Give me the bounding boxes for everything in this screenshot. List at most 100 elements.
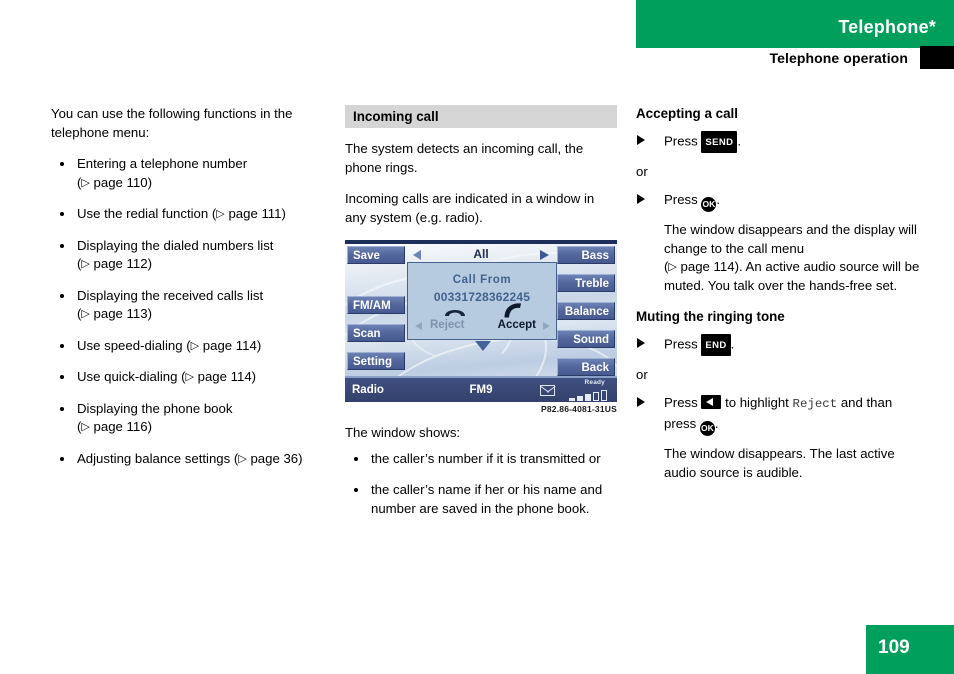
figure-caption: P82.86-4081-31US [541,404,617,414]
bullet-dot [60,406,64,411]
step-press-send: Press SEND. [636,131,926,153]
or-separator: or [636,367,648,382]
page-reference: (▷ page 110) [77,174,152,190]
left-intro-text: You can use the following functions in t… [51,106,293,140]
call-from-label: Call From [452,274,512,286]
list-item: the caller’s number if it is transmitted… [345,450,617,469]
softkey-balance[interactable]: Balance [557,302,615,320]
window-shows-list: the caller’s number if it is transmitted… [345,450,617,519]
header-black-marker [920,46,954,69]
list-item-label: Use the redial function [77,206,209,221]
detail-text-a: The window disappears and the display wi… [664,222,917,256]
popup-right-arrow-icon[interactable] [543,322,550,330]
phone-ready-label: Ready [584,379,605,386]
popup-left-arrow-icon[interactable] [415,322,422,330]
reject-button[interactable]: Reject [430,319,465,331]
list-item: Displaying the received calls list (▷ pa… [51,287,337,324]
screen-top-bar [345,240,617,244]
muting-detail: The window disappears. The last active a… [664,446,895,480]
incoming-call-popup: Call From 00331728362245 Reject Accept [407,262,557,340]
step-triangle-icon [637,194,645,204]
softkey-fm-am[interactable]: FM/AM [347,296,405,314]
bullet-dot [60,293,64,298]
list-item-label: Use speed-dialing [77,337,183,353]
softkey-treble[interactable]: Treble [557,274,615,292]
step-period: . [714,416,719,431]
page-subtitle: Telephone operation [769,50,908,66]
page-number-tab: 109 [866,625,954,674]
incoming-call-paragraph-1: The system detects an incoming call, the… [345,141,584,175]
step-triangle-icon [637,397,645,407]
page-number: 109 [878,637,910,658]
softkey-setting[interactable]: Setting [347,352,405,370]
step-period: . [737,133,742,149]
triangle-right-icon: ▷ [81,308,90,320]
nav-next-icon[interactable] [540,250,549,260]
section-heading-incoming-call: Incoming call [345,105,617,128]
softkey-scan[interactable]: Scan [347,324,405,342]
step-period: . [730,336,735,352]
accepting-call-steps: Press SEND. [636,131,926,153]
bullet-dot [60,162,64,166]
bullet-dot [354,456,358,461]
step-triangle-icon [637,135,645,145]
list-item-label: the caller’s number if it is transmitted… [371,450,601,466]
preset-navigation-row: All [411,247,551,263]
list-item: Displaying the phone book (▷ page 116) [51,400,337,437]
middle-column: Incoming call The system detects an inco… [345,105,617,531]
list-item-label: Entering a telephone number [77,156,248,171]
triangle-right-icon: ▷ [216,208,225,220]
signal-bar [585,394,591,401]
accept-button[interactable]: Accept [498,319,536,331]
muting-steps: Press END. [636,334,926,356]
telephone-functions-list: Entering a telephone number (▷ page 110)… [51,155,337,468]
reject-term: Reject [792,397,838,411]
triangle-right-icon: ▷ [190,339,200,352]
softkey-back[interactable]: Back [557,358,615,376]
list-item: Use the redial function (▷ page 111) [51,205,337,224]
section-heading-muting-ringing-tone: Muting the ringing tone [636,309,785,324]
list-item-label: Adjusting balance settings [77,450,231,466]
page-title: Telephone* [838,17,936,37]
hangup-handset-icon [445,310,465,316]
pickup-handset-icon [504,303,521,318]
step-press-ok: Press OK. [636,190,926,212]
popup-down-arrow-icon [475,341,491,351]
muting-steps-alt: Press to highlight Reject and than press… [636,393,926,436]
list-item-label: Displaying the received calls list [77,287,264,303]
triangle-right-icon: ▷ [238,452,247,465]
softkey-sound[interactable]: Sound [557,330,615,348]
signal-bar [601,390,607,401]
ok-key-badge: OK [699,421,715,436]
envelope-icon [540,385,555,396]
list-item-label: the caller’s name if her or his name and… [371,482,603,516]
bullet-dot [354,488,358,492]
list-item: the caller’s name if her or his name and… [345,481,617,518]
page-reference: (▷ page 112) [77,256,152,271]
list-item: Use speed-dialing (▷ page 114) [51,337,337,356]
accepting-call-steps-alt: Press OK. [636,190,926,212]
left-arrow-key-badge [701,395,722,409]
step-period: . [716,192,721,207]
step-text: Press [664,336,698,352]
page-reference: (▷ page 114) [181,369,257,384]
bullet-dot [60,456,64,461]
list-item-label: Displaying the dialed numbers list [77,237,274,253]
accepting-call-detail: The window disappears and the display wi… [636,221,926,295]
signal-bar [569,398,575,401]
signal-bar [593,392,599,401]
list-item-label: Displaying the phone book [77,400,233,416]
step-text: Press [664,133,698,149]
step-text: Press [664,395,698,410]
bullet-dot [60,343,64,348]
page-reference: (▷ page 111) [211,206,286,221]
triangle-right-icon: ▷ [185,371,194,383]
step-triangle-icon [637,338,645,348]
signal-bar [577,396,583,401]
bullet-dot [60,375,64,379]
softkey-save[interactable]: Save [347,246,405,264]
page-reference: (▷ page 36) [233,450,303,466]
window-shows-lead: The window shows: [345,425,461,440]
radio-screen: Save FM/AM Scan Setting Bass Treble Bala… [345,240,617,402]
softkey-bass[interactable]: Bass [557,246,615,264]
